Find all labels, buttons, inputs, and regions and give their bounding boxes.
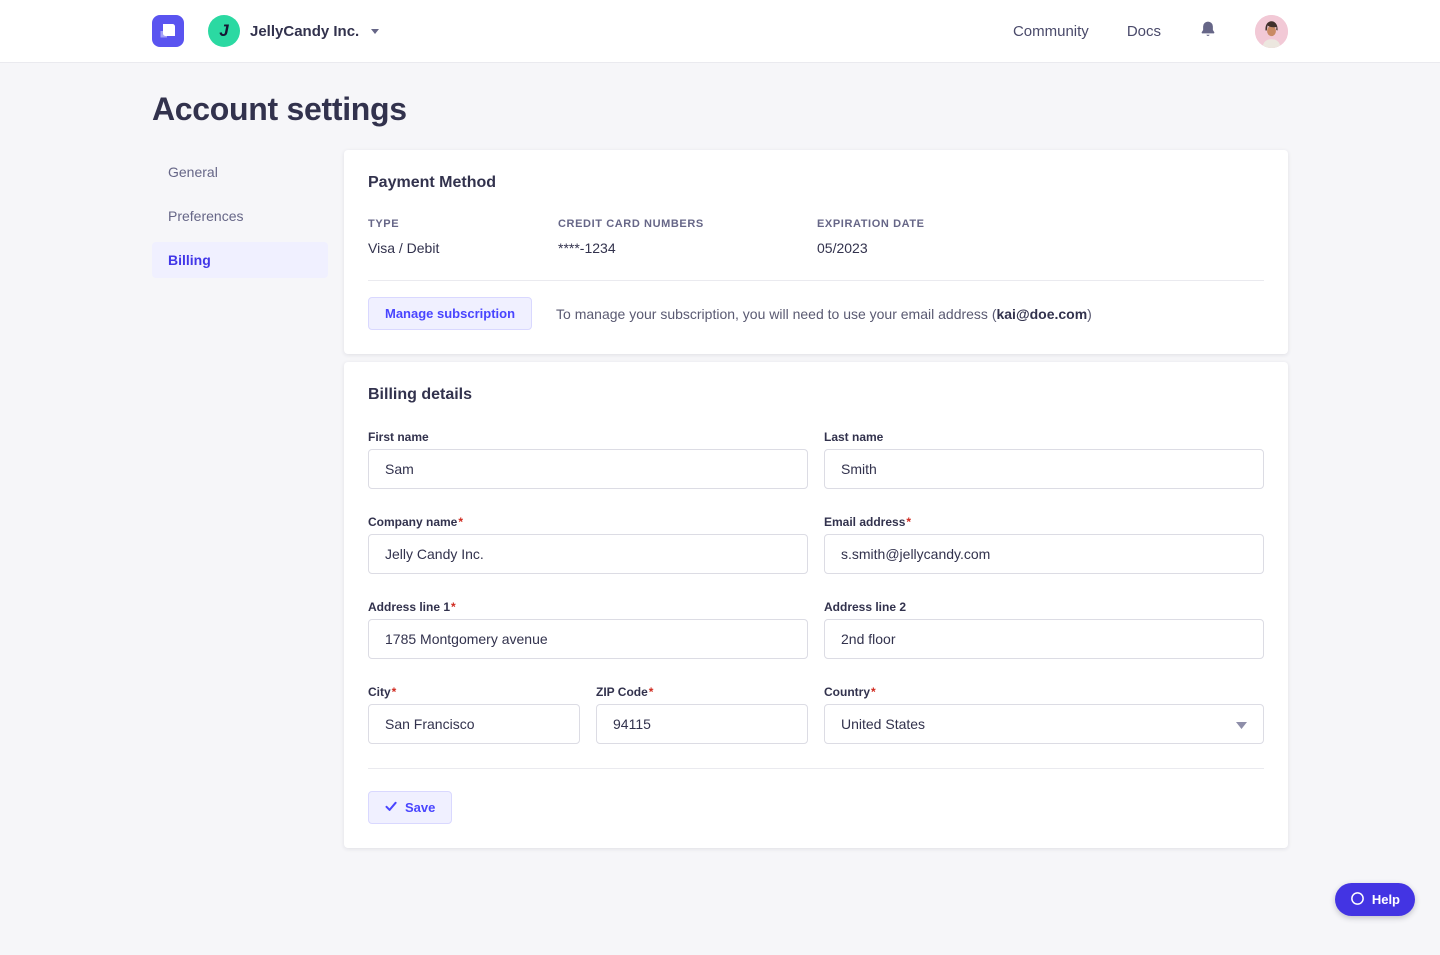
required-marker: * [871, 685, 876, 699]
zip-code-label: ZIP Code* [596, 685, 808, 699]
manage-subscription-button[interactable]: Manage subscription [368, 297, 532, 330]
divider [368, 280, 1264, 281]
subscription-note-suffix: ) [1087, 306, 1092, 322]
sidebar-item-preferences[interactable]: Preferences [152, 198, 328, 234]
billing-details-card: Billing details First name Last name Com… [344, 362, 1288, 848]
first-name-field: First name [368, 430, 808, 489]
zip-code-field: ZIP Code* [596, 685, 808, 744]
field-label: EXPIRATION DATE [817, 218, 1264, 230]
first-name-input[interactable] [368, 449, 808, 489]
sidebar-item-general[interactable]: General [152, 154, 328, 190]
chevron-down-icon [1236, 716, 1247, 732]
company-name-input[interactable] [368, 534, 808, 574]
notifications-button[interactable] [1199, 20, 1217, 42]
user-menu-button[interactable] [1255, 15, 1288, 48]
save-button-label: Save [405, 800, 435, 815]
email-address-field: Email address* [824, 515, 1264, 574]
field-label: TYPE [368, 218, 558, 230]
save-button[interactable]: Save [368, 791, 452, 824]
country-select-value: United States [841, 716, 925, 732]
country-label: Country* [824, 685, 1264, 699]
payment-field-card-numbers: CREDIT CARD NUMBERS ****-1234 [558, 218, 817, 256]
billing-details-title: Billing details [368, 386, 1264, 404]
check-icon [385, 800, 397, 815]
help-button[interactable]: Help [1335, 883, 1415, 916]
nav-link-community[interactable]: Community [1013, 23, 1089, 40]
required-marker: * [649, 685, 654, 699]
bell-icon [1199, 20, 1217, 42]
first-name-label: First name [368, 430, 808, 444]
country-field: Country* United States [824, 685, 1264, 744]
field-value: 05/2023 [817, 240, 1264, 256]
city-label: City* [368, 685, 580, 699]
address-line-1-input[interactable] [368, 619, 808, 659]
required-marker: * [906, 515, 911, 529]
top-navbar: J JellyCandy Inc. Community Docs [0, 0, 1440, 63]
field-label: CREDIT CARD NUMBERS [558, 218, 817, 230]
org-avatar-icon: J [208, 15, 240, 47]
required-marker: * [451, 600, 456, 614]
country-select[interactable]: United States [824, 704, 1264, 744]
last-name-field: Last name [824, 430, 1264, 489]
required-marker: * [392, 685, 397, 699]
app-logo-icon [152, 35, 184, 50]
company-name-field: Company name* [368, 515, 808, 574]
account-settings-page: Account settings General Preferences Bil… [0, 63, 1440, 908]
sidebar-item-billing[interactable]: Billing [152, 242, 328, 278]
payment-field-expiration: EXPIRATION DATE 05/2023 [817, 218, 1264, 256]
payment-method-title: Payment Method [368, 174, 1264, 192]
last-name-input[interactable] [824, 449, 1264, 489]
field-value: ****-1234 [558, 240, 817, 256]
subscription-note: To manage your subscription, you will ne… [556, 306, 1092, 322]
help-button-label: Help [1372, 892, 1400, 907]
org-switcher[interactable]: J JellyCandy Inc. [208, 15, 379, 47]
subscription-note-text: To manage your subscription, you will ne… [556, 306, 996, 322]
company-name-label: Company name* [368, 515, 808, 529]
address-line-2-label: Address line 2 [824, 600, 1264, 614]
subscription-note-email: kai@doe.com [996, 306, 1087, 322]
divider [368, 768, 1264, 769]
settings-sidebar: General Preferences Billing [152, 150, 328, 278]
nav-link-docs[interactable]: Docs [1127, 23, 1161, 40]
address-line-2-field: Address line 2 [824, 600, 1264, 659]
avatar [1255, 36, 1288, 48]
app-logo[interactable] [152, 15, 184, 47]
address-line-1-field: Address line 1* [368, 600, 808, 659]
payment-method-card: Payment Method TYPE Visa / Debit CREDIT … [344, 150, 1288, 354]
city-input[interactable] [368, 704, 580, 744]
last-name-label: Last name [824, 430, 1264, 444]
required-marker: * [458, 515, 463, 529]
address-line-2-input[interactable] [824, 619, 1264, 659]
field-value: Visa / Debit [368, 240, 558, 256]
email-address-input[interactable] [824, 534, 1264, 574]
email-address-label: Email address* [824, 515, 1264, 529]
payment-field-type: TYPE Visa / Debit [368, 218, 558, 256]
page-title: Account settings [152, 91, 1288, 128]
city-field: City* [368, 685, 580, 744]
org-name: JellyCandy Inc. [250, 23, 359, 40]
help-ring-icon [1350, 891, 1365, 909]
chevron-down-icon [371, 29, 379, 34]
zip-code-input[interactable] [596, 704, 808, 744]
address-line-1-label: Address line 1* [368, 600, 808, 614]
